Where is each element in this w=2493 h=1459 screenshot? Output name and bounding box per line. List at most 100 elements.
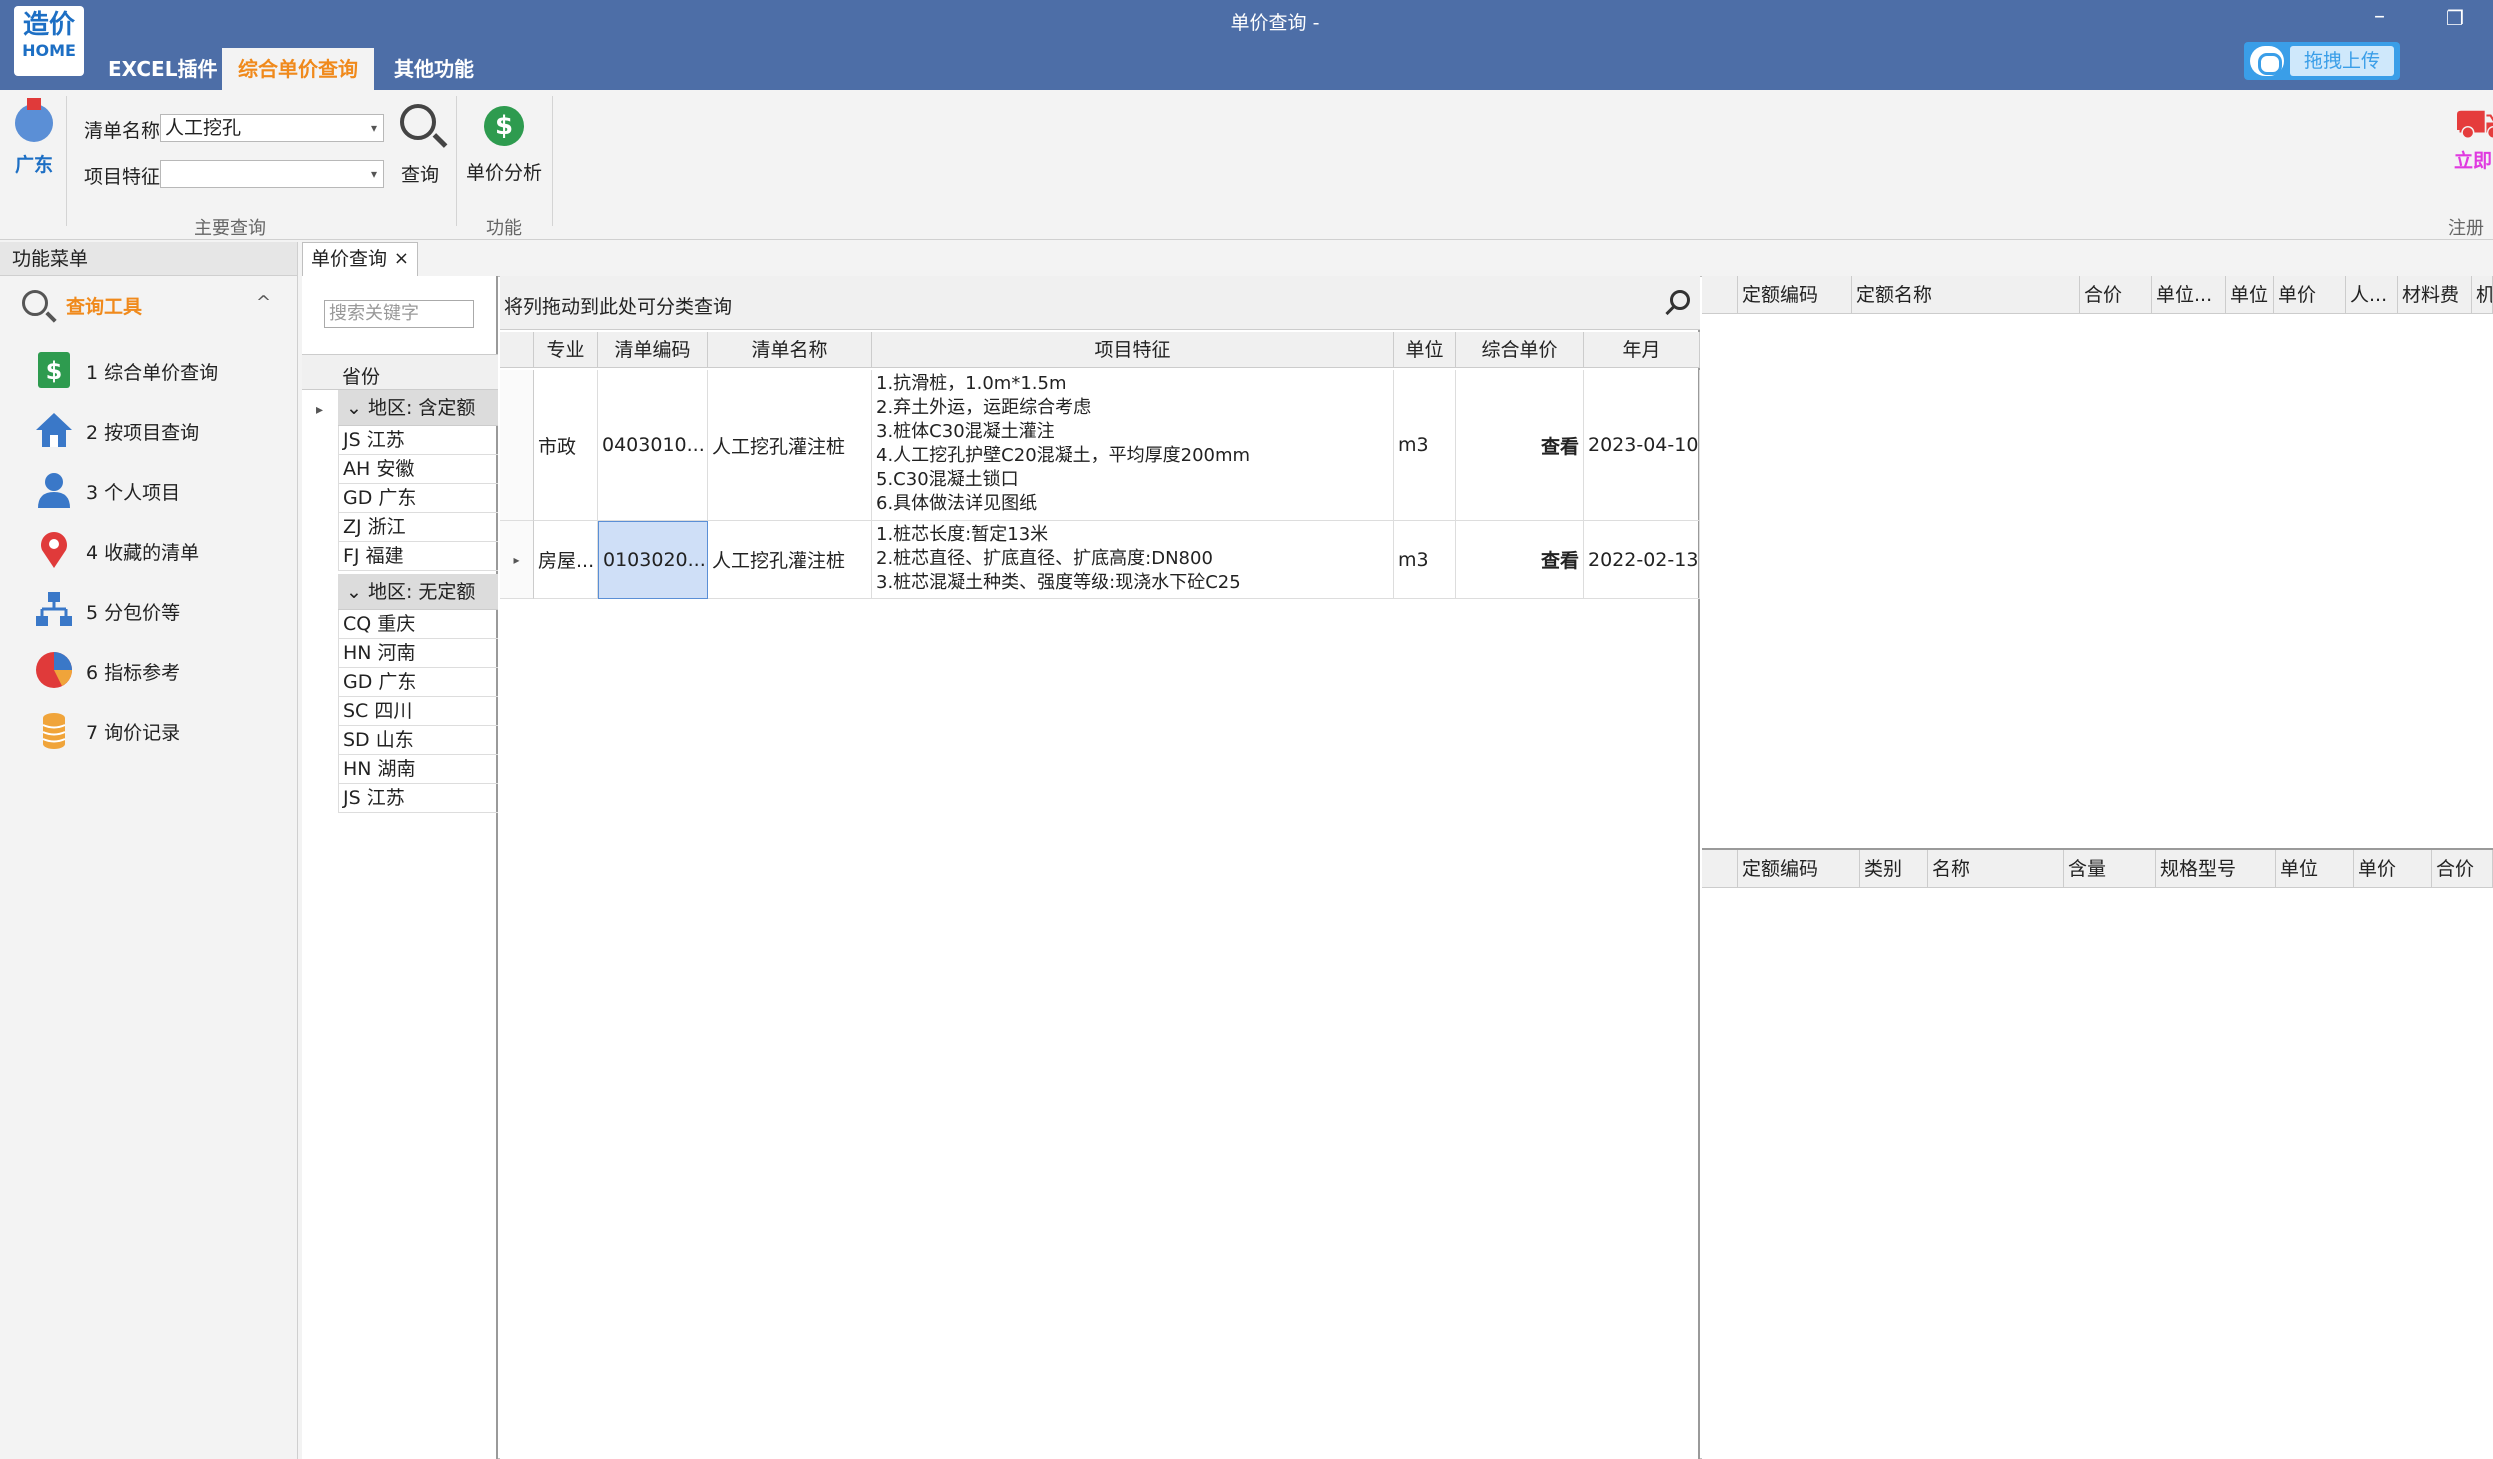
column-header-name[interactable]: 名称 [1928, 850, 2064, 888]
ribbon: 广东 清单名称 人工挖孔 ▾ 项目特征 ▾ 查询 主要查询 $ 单价分析 功能 … [0, 90, 2493, 240]
column-header-code[interactable]: 清单编码 [598, 332, 708, 368]
province-row[interactable]: HN 湖南 [338, 755, 498, 784]
row-indicator[interactable]: ▸ [500, 521, 534, 599]
cell-unit[interactable]: m3 [1394, 521, 1456, 599]
column-header-quota-code[interactable]: 定额编码 [1738, 276, 1852, 314]
province-row[interactable]: JS 江苏 [338, 784, 498, 813]
column-header-labor[interactable]: 人... [2346, 276, 2398, 314]
column-header-content[interactable]: 含量 [2064, 850, 2156, 888]
province-row[interactable]: AH 安徽 [338, 455, 498, 484]
row-indicator[interactable] [500, 370, 534, 521]
drag-upload-button[interactable]: 拖拽上传 [2290, 46, 2394, 76]
tab-unit-price-query-doc[interactable]: 单价查询 × [302, 242, 418, 276]
province-row[interactable]: SC 四川 [338, 697, 498, 726]
province-row[interactable]: FJ 福建 [338, 542, 498, 571]
restore-button[interactable]: ❐ [2446, 6, 2464, 30]
sidebar-item-personal-project[interactable]: 3 个人项目 [34, 468, 284, 512]
sidebar-item-unit-price-query[interactable]: $ 1 综合单价查询 [34, 348, 284, 392]
dollar-book-icon: $ [38, 352, 70, 388]
sidebar-item-project-query[interactable]: 2 按项目查询 [34, 408, 284, 452]
cell-major[interactable]: 市政 [534, 370, 598, 521]
column-header-unit[interactable]: 单位 [2226, 276, 2274, 314]
column-header-unit-price[interactable]: 单价 [2354, 850, 2432, 888]
column-header-total[interactable]: 合价 [2080, 276, 2152, 314]
column-header-machine[interactable]: 机 [2472, 276, 2493, 314]
find-icon[interactable] [1670, 290, 1690, 310]
view-price-link[interactable]: 查看 [1456, 521, 1584, 599]
column-header-unit[interactable]: 单位 [1394, 332, 1456, 368]
cell-date[interactable]: 2023-04-10 [1584, 370, 1700, 521]
cell-name[interactable]: 人工挖孔灌注桩 [708, 370, 872, 521]
minimize-button[interactable]: – [2374, 4, 2385, 29]
column-header-unit-price[interactable]: 综合单价 [1456, 332, 1584, 368]
group-by-drop-area[interactable]: 将列拖动到此处可分类查询 [500, 276, 1700, 330]
province-row[interactable]: JS 江苏 [338, 426, 498, 455]
province-column-header[interactable]: 省份 [302, 354, 498, 390]
sidebar-item-inquiry-record[interactable]: 7 询价记录 [34, 708, 284, 752]
tab-excel-plugin[interactable]: EXCEL插件 [92, 48, 233, 90]
cell-features[interactable]: 1.抗滑桩，1.0m*1.5m 2.弃土外运，运距综合考虑 3.桩体C30混凝土… [872, 370, 1394, 521]
cell-name[interactable]: 人工挖孔灌注桩 [708, 521, 872, 599]
list-name-label: 清单名称 [84, 120, 161, 142]
house-icon [36, 413, 72, 447]
province-row[interactable]: SD 山东 [338, 726, 498, 755]
feature-line: 4.人工挖孔护壁C20混凝土，平均厚度200mm [876, 445, 1251, 466]
cell-code[interactable]: 0403010... [598, 370, 708, 521]
search-button[interactable]: 查询 [396, 104, 444, 187]
tab-unit-price-query[interactable]: 综合单价查询 [222, 48, 374, 90]
region-button[interactable]: 广东 [12, 98, 56, 177]
column-header-name[interactable]: 清单名称 [708, 332, 872, 368]
cell-date[interactable]: 2022-02-13 [1584, 521, 1700, 599]
view-price-link[interactable]: 查看 [1456, 370, 1584, 521]
chevron-up-icon[interactable]: ^ [256, 292, 271, 313]
cell-features[interactable]: 1.桩芯长度:暂定13米 2.桩芯直径、扩底直径、扩底高度:DN800 3.桩芯… [872, 521, 1394, 599]
column-header-total[interactable]: 合价 [2432, 850, 2493, 888]
tab-other-functions[interactable]: 其他功能 [378, 48, 490, 90]
column-header-category[interactable]: 类别 [1860, 850, 1928, 888]
chevron-down-icon[interactable]: ▾ [371, 161, 377, 187]
quota-detail-panel: 定额编码 定额名称 合价 单位... 单位 单价 人... 材料费 机 定额编码… [1702, 276, 2493, 1459]
query-tools-group[interactable]: 查询工具 ^ [18, 286, 278, 326]
column-header-material-cost[interactable]: 材料费 [2398, 276, 2472, 314]
chevron-down-icon[interactable]: ▾ [371, 115, 377, 141]
person-icon [38, 473, 70, 508]
cell-major[interactable]: 房屋... [534, 521, 598, 599]
province-group-label: 地区: 无定额 [367, 581, 476, 603]
feature-combo[interactable]: ▾ [160, 160, 384, 188]
province-group-without-quota[interactable]: ⌄ 地区: 无定额 [338, 574, 498, 610]
dollar-icon: $ [484, 106, 524, 146]
cell-unit[interactable]: m3 [1394, 370, 1456, 521]
feature-line: 6.具体做法详见图纸 [876, 493, 1038, 514]
search-icon [22, 290, 48, 316]
column-header-unit[interactable]: 单位 [2276, 850, 2354, 888]
column-header-quota-code[interactable]: 定额编码 [1738, 850, 1860, 888]
unit-price-analysis-button[interactable]: $ 单价分析 [466, 106, 542, 185]
province-row[interactable]: GD 广东 [338, 668, 498, 697]
drag-upload-control[interactable]: 拖拽上传 [2244, 42, 2400, 80]
sidebar-item-subcontract-price[interactable]: 5 分包价等 [34, 588, 284, 632]
province-group-with-quota[interactable]: ⌄ 地区: 含定额 [338, 390, 498, 426]
column-header-date[interactable]: 年月 [1584, 332, 1700, 368]
column-header-unit-price[interactable]: 单价 [2274, 276, 2346, 314]
province-row[interactable]: GD 广东 [338, 484, 498, 513]
column-header-unit-ellipsis[interactable]: 单位... [2152, 276, 2226, 314]
list-name-combo[interactable]: 人工挖孔 ▾ [160, 114, 384, 142]
province-row[interactable]: ZJ 浙江 [338, 513, 498, 542]
sidebar-item-index-reference[interactable]: 6 指标参考 [34, 648, 284, 692]
sidebar-item-label: 6 指标参考 [86, 662, 181, 684]
province-row[interactable]: CQ 重庆 [338, 610, 498, 639]
column-header-major[interactable]: 专业 [534, 332, 598, 368]
column-header-quota-name[interactable]: 定额名称 [1852, 276, 2080, 314]
province-search-input[interactable]: 搜索关键字 [324, 300, 474, 328]
buy-now-button[interactable]: ⛟ 立即 [2454, 102, 2493, 173]
sidebar-item-label: 1 综合单价查询 [86, 362, 219, 384]
row-indicator-header [1702, 850, 1738, 888]
chevron-right-icon[interactable]: ▸ [316, 402, 323, 418]
province-row[interactable]: HN 河南 [338, 639, 498, 668]
cell-code[interactable]: 0103020... [598, 521, 708, 599]
close-icon[interactable]: × [394, 243, 409, 275]
sidebar-item-favorites[interactable]: 4 收藏的清单 [34, 528, 284, 572]
column-header-spec[interactable]: 规格型号 [2156, 850, 2276, 888]
column-header-features[interactable]: 项目特征 [872, 332, 1394, 368]
sidebar-item-label: 5 分包价等 [86, 602, 181, 624]
